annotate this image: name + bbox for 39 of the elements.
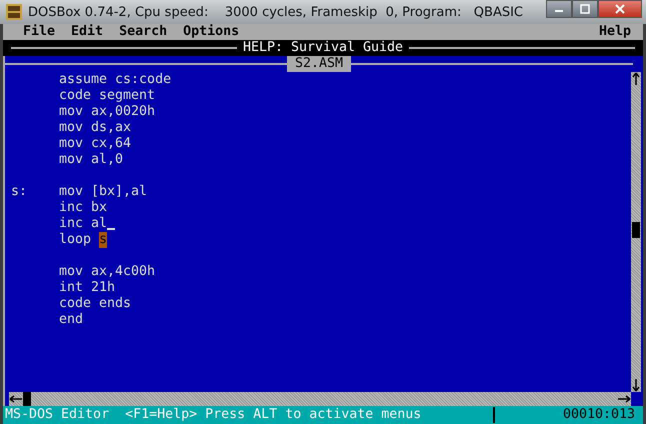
window-title: DOSBox 0.74-2, Cpu speed: 3000 cycles, Frameskip 0, Program: QBASIC [28,4,524,20]
code-text: mov al,0 [59,152,124,168]
code-text: mov ds,ax [59,120,132,136]
code-text: end [59,312,84,328]
app-icon [6,4,22,20]
scroll-thumb[interactable] [632,222,640,238]
code-text: int 21h [59,280,116,296]
code-text: mov ax,4c00h [59,264,156,280]
code-text: loop [59,232,92,248]
maximize-icon [580,4,590,14]
selected-text: s [99,232,108,248]
close-icon [615,4,625,14]
code-text: code segment [59,88,156,104]
code-label: s: [11,184,28,199]
help-menu[interactable]: Help [594,24,635,40]
horizontal-scrollbar[interactable] [9,392,631,406]
minimize-button[interactable] [546,0,572,18]
scroll-down-icon[interactable] [632,378,640,392]
scroll-left-icon[interactable] [9,395,23,403]
scroll-right-icon[interactable] [617,395,631,403]
code-text: mov ax,0020h [59,104,156,120]
code-text: inc al [59,216,108,232]
code-text: code ends [59,296,132,312]
menu-item[interactable]: Options [179,24,244,40]
vertical-scrollbar[interactable] [631,72,641,392]
menu-item[interactable]: Search [115,24,172,40]
code-text: mov [bx],al [59,184,148,200]
maximize-button[interactable] [572,0,598,18]
code-text: assume cs:code [59,72,172,88]
menu-item[interactable]: Edit [67,24,108,40]
scroll-up-icon[interactable] [632,72,640,86]
scroll-thumb[interactable] [23,392,31,406]
help-title: HELP: Survival Guide [242,40,404,56]
code-text: mov cx,64 [59,136,132,152]
menu-item[interactable]: File [19,24,60,40]
status-message: MS-DOS Editor <F1=Help> Press ALT to activate menus [4,407,422,423]
close-button[interactable] [598,0,642,18]
cursor-position: 00010:013 [562,407,636,423]
code-text: inc bx [59,200,108,216]
